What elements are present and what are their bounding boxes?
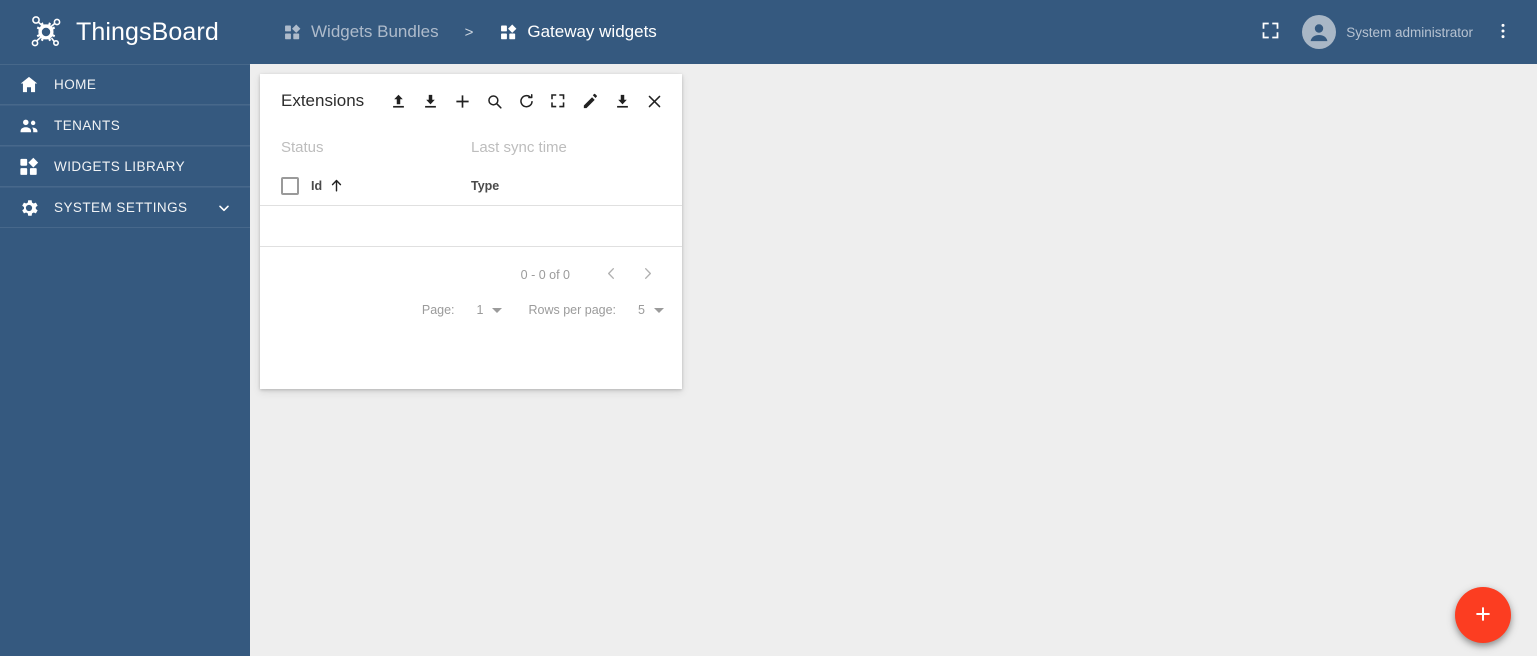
refresh-icon [517, 92, 536, 111]
select-all-checkbox[interactable] [281, 176, 299, 195]
next-page-button[interactable] [630, 258, 664, 292]
more-vertical-icon [1493, 21, 1513, 44]
brand[interactable]: ThingsBoard [0, 0, 250, 64]
breadcrumb: Widgets Bundles > Gateway widgets [250, 22, 657, 42]
page-value: 1 [476, 303, 484, 317]
brand-name: ThingsBoard [76, 17, 219, 46]
paginator-range-row: 0 - 0 of 0 [260, 259, 682, 291]
thingsboard-gear-logo-icon [26, 12, 66, 52]
breadcrumb-item-gateway-widgets[interactable]: Gateway widgets [499, 22, 657, 42]
avatar[interactable] [1302, 15, 1337, 49]
people-icon [18, 115, 40, 137]
search-extensions-button[interactable] [478, 85, 510, 117]
rows-per-page-select[interactable]: 5 [638, 303, 664, 317]
search-icon [485, 92, 504, 111]
chevron-down-icon [654, 307, 664, 313]
last-sync-time-label: Last sync time [471, 138, 567, 156]
more-menu-button[interactable] [1483, 12, 1523, 52]
page-select[interactable]: 1 [477, 303, 503, 317]
upload-icon [389, 92, 408, 111]
chevron-down-icon[interactable] [216, 200, 232, 216]
plus-icon [1471, 602, 1495, 629]
paginator-controls-row: Page: 1 Rows per page: 5 [260, 291, 682, 329]
breadcrumb-label: Widgets Bundles [311, 22, 439, 41]
extensions-table: Status Last sync time Id Type 0 - 0 of 0… [260, 128, 682, 329]
sort-ascending-icon [328, 177, 345, 194]
breadcrumb-item-widgets-bundles[interactable]: Widgets Bundles [283, 22, 439, 42]
column-header-type[interactable]: Type [471, 179, 499, 193]
refresh-extensions-button[interactable] [510, 85, 542, 117]
add-extension-button[interactable] [446, 85, 478, 117]
widgets-icon [18, 156, 40, 178]
sidebar-item-tenants[interactable]: TENANTS [0, 105, 250, 146]
fullscreen-widget-button[interactable] [542, 85, 574, 117]
sidebar-item-label: HOME [54, 77, 97, 92]
breadcrumb-separator: > [464, 23, 474, 41]
chevron-right-icon [639, 265, 656, 285]
sidebar-item-label: TENANTS [54, 118, 121, 133]
chevron-left-icon [603, 265, 620, 285]
column-header-label: Id [311, 178, 323, 193]
pencil-icon [581, 92, 600, 111]
fullscreen-button[interactable] [1250, 12, 1290, 52]
sidebar: ThingsBoard HOME TENANTS WIDGETS LIBRARY… [0, 0, 250, 656]
account-circle-icon [1310, 24, 1328, 42]
rows-per-page-value: 5 [638, 303, 645, 317]
widgets-icon [283, 23, 302, 42]
gear-icon [18, 197, 40, 219]
previous-page-button[interactable] [594, 258, 628, 292]
fullscreen-icon [1260, 20, 1281, 44]
card-title: Extensions [281, 91, 365, 110]
sidebar-item-label: SYSTEM SETTINGS [54, 200, 188, 215]
download-icon [613, 92, 632, 111]
status-label: Status [281, 138, 324, 156]
topbar: Widgets Bundles > Gateway widgets System… [250, 0, 1537, 64]
download-icon [421, 92, 440, 111]
page-label: Page: [421, 303, 455, 317]
paginator-range-label: 0 - 0 of 0 [520, 268, 570, 282]
plus-icon [452, 91, 473, 112]
widgets-icon [499, 23, 518, 42]
home-icon [18, 74, 40, 96]
close-icon [645, 92, 664, 111]
download-extensions-button[interactable] [414, 85, 446, 117]
column-header-id[interactable]: Id [311, 177, 471, 194]
rows-per-page-label: Rows per page: [528, 303, 617, 317]
table-empty-row [260, 206, 682, 247]
table-meta-row: Status Last sync time [260, 128, 682, 166]
user-name: System administrator [1346, 24, 1473, 40]
fullscreen-icon [549, 92, 567, 110]
sidebar-item-label: WIDGETS LIBRARY [54, 159, 186, 174]
extensions-widget-card: Extensions Status Last sync time Id Type… [260, 74, 682, 389]
add-widget-fab[interactable] [1455, 587, 1511, 643]
paginator: 0 - 0 of 0 Page: 1 Rows per page: 5 [260, 247, 682, 329]
sidebar-nav: HOME TENANTS WIDGETS LIBRARY SYSTEM SETT… [0, 64, 250, 228]
table-header-row: Id Type [260, 166, 682, 206]
export-widget-button[interactable] [606, 85, 638, 117]
edit-widget-button[interactable] [574, 85, 606, 117]
card-toolbar [382, 85, 670, 117]
sidebar-item-widgets-library[interactable]: WIDGETS LIBRARY [0, 146, 250, 187]
content-area: Extensions Status Last sync time Id Type… [250, 64, 1537, 656]
sidebar-item-system-settings[interactable]: SYSTEM SETTINGS [0, 187, 250, 228]
card-header: Extensions [260, 74, 682, 128]
app-root: ThingsBoard HOME TENANTS WIDGETS LIBRARY… [0, 0, 1537, 656]
topbar-actions: System administrator [1250, 12, 1537, 52]
upload-extensions-button[interactable] [382, 85, 414, 117]
sidebar-item-home[interactable]: HOME [0, 64, 250, 105]
chevron-down-icon [492, 307, 503, 313]
close-widget-button[interactable] [638, 85, 670, 117]
breadcrumb-label: Gateway widgets [527, 22, 657, 41]
